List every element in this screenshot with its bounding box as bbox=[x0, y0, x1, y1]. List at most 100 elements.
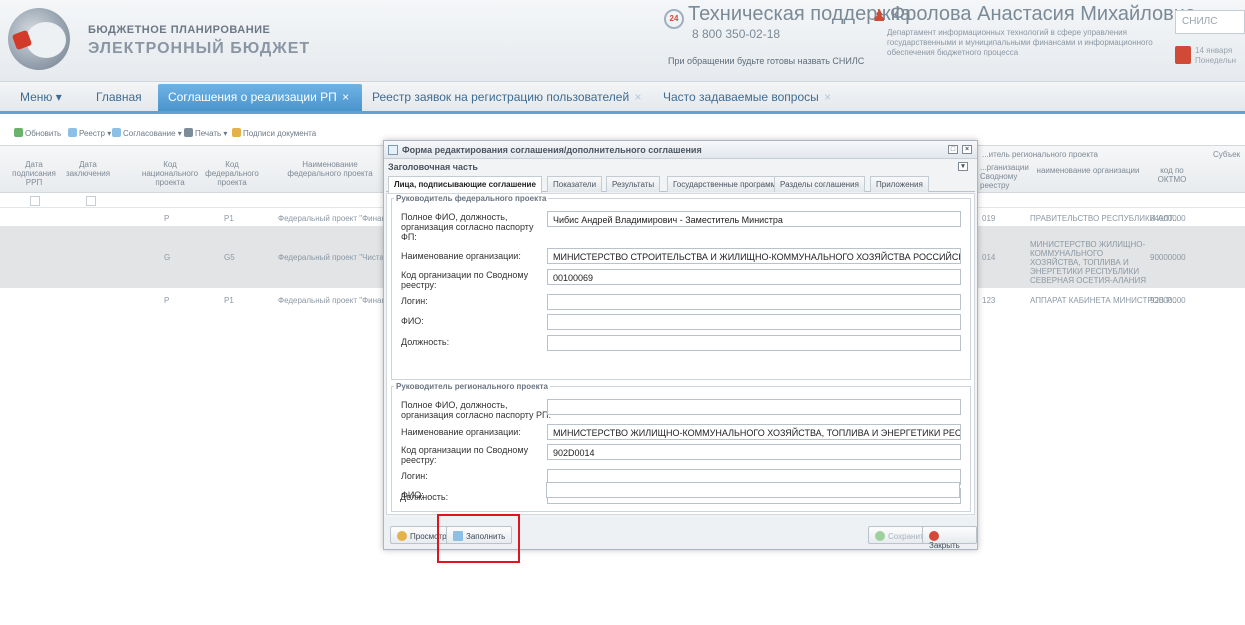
registry-icon bbox=[68, 128, 77, 137]
edit-agreement-dialog: Форма редактирования соглашения/дополнит… bbox=[383, 140, 978, 550]
registry-menu[interactable]: Реестр ▾ bbox=[68, 128, 111, 138]
tab-indicators[interactable]: Показатели bbox=[547, 176, 603, 192]
tab-user-requests-label: Реестр заявок на регистрацию пользовател… bbox=[372, 90, 630, 104]
tab-agreement-sections[interactable]: Разделы соглашения bbox=[774, 176, 865, 192]
refresh-label: Обновить bbox=[25, 129, 62, 138]
tab-attachments[interactable]: Приложения bbox=[870, 176, 929, 192]
cell-oktmo: 92000000 bbox=[1150, 296, 1186, 305]
tab-state-programs[interactable]: Государственные программы bbox=[667, 176, 788, 192]
dialog-body: Руководитель федерального проекта Полное… bbox=[386, 193, 975, 515]
approval-menu[interactable]: Согласование ▾ bbox=[112, 128, 182, 138]
col-registry-code[interactable]: ...рганизации Сводному реестру bbox=[980, 163, 1029, 190]
federal-position-label: Должность: bbox=[401, 337, 450, 347]
print-menu[interactable]: Печать ▾ bbox=[184, 128, 227, 138]
regional-fio-field[interactable] bbox=[547, 399, 961, 415]
federal-position-field[interactable] bbox=[547, 335, 961, 351]
current-date: 14 января Понедельн bbox=[1195, 46, 1236, 66]
tab-signatories[interactable]: Лица, подписывающие соглашение bbox=[388, 176, 542, 193]
cell-federal-name: Федеральный проект "Финанс bbox=[278, 214, 390, 223]
highlight-frame bbox=[437, 514, 520, 563]
tab-agreements[interactable]: Соглашения о реализации РП × bbox=[158, 84, 362, 111]
col-federal-code[interactable]: Код федерального проекта bbox=[204, 160, 260, 187]
user-department: Департамент информационных технологий в … bbox=[887, 28, 1153, 57]
sign-label: Подписи документа bbox=[243, 129, 317, 138]
registry-label: Реестр ▾ bbox=[79, 129, 112, 138]
user-name[interactable]: Фролова Анастасия Михайловна bbox=[890, 3, 1196, 26]
federal-login-field[interactable] bbox=[547, 294, 961, 310]
regional-head-legend: Руководитель регионального проекта bbox=[396, 382, 548, 391]
federal-login-label: Логин: bbox=[401, 296, 428, 306]
date-filter-icon[interactable] bbox=[86, 196, 96, 206]
form-icon bbox=[388, 145, 398, 155]
close-icon[interactable]: × bbox=[635, 90, 642, 104]
section-header[interactable]: Заголовочная часть ▾ bbox=[384, 159, 977, 174]
support-phone-icon: 24 bbox=[664, 9, 684, 29]
federal-org-label: Наименование организации: bbox=[401, 251, 521, 261]
tab-user-requests[interactable]: Реестр заявок на регистрацию пользовател… bbox=[372, 90, 642, 104]
menu-button[interactable]: Меню ▾ bbox=[20, 90, 62, 104]
federal-fio-label: Полное ФИО, должность, организация согла… bbox=[401, 212, 534, 242]
col-conclusion-date[interactable]: Дата заключения bbox=[66, 160, 110, 178]
close-button-label: Закрыть bbox=[929, 541, 960, 550]
col-oktmo[interactable]: код по ОКТМО bbox=[1150, 166, 1194, 184]
sign-button[interactable]: Подписи документа bbox=[232, 128, 316, 138]
dialog-title-bar[interactable]: Форма редактирования соглашения/дополнит… bbox=[384, 141, 977, 159]
close-button[interactable]: Закрыть bbox=[922, 526, 977, 550]
date-filter-icon[interactable] bbox=[30, 196, 40, 206]
federal-name-field[interactable] bbox=[547, 314, 961, 330]
federal-fio-field[interactable]: Чибис Андрей Владимирович - Заместитель … bbox=[547, 211, 961, 227]
col-federal-name[interactable]: Наименование федерального проекта bbox=[280, 160, 380, 178]
dialog-title: Форма редактирования соглашения/дополнит… bbox=[402, 145, 702, 155]
federal-name-label: ФИО: bbox=[401, 316, 424, 326]
current-date-weekday: Понедельн bbox=[1195, 56, 1236, 65]
cell-national-code: G bbox=[164, 253, 171, 262]
cell-org-name: МИНИСТЕРСТВО ЖИЛИЩНО-КОММУНАЛЬНОГО ХОЗЯЙ… bbox=[1030, 240, 1147, 285]
logo-icon bbox=[8, 8, 70, 70]
section-title: Заголовочная часть bbox=[388, 162, 478, 172]
col-subject[interactable]: Субъек bbox=[1213, 150, 1245, 159]
approval-label: Согласование ▾ bbox=[123, 129, 182, 138]
refresh-button[interactable]: Обновить bbox=[14, 128, 61, 138]
col-org-name[interactable]: наименование организации bbox=[1028, 166, 1148, 175]
regional-org-field[interactable]: МИНИСТЕРСТВО ЖИЛИЩНО-КОММУНАЛЬНОГО ХОЗЯЙ… bbox=[547, 424, 961, 440]
col-sign-date[interactable]: Дата подписания РРП bbox=[12, 160, 56, 187]
save-icon bbox=[875, 531, 885, 541]
regional-code-field[interactable]: 902D0014 bbox=[547, 444, 961, 460]
tab-faq-label: Часто задаваемые вопросы bbox=[663, 90, 819, 104]
refresh-icon bbox=[14, 128, 23, 137]
tab-home[interactable]: Главная bbox=[96, 90, 142, 104]
close-icon[interactable]: × bbox=[342, 90, 349, 104]
print-label: Печать ▾ bbox=[195, 129, 228, 138]
magnifier-icon bbox=[397, 531, 407, 541]
cell-oktmo: 90000000 bbox=[1150, 253, 1186, 262]
close-icon[interactable]: × bbox=[824, 90, 831, 104]
tab-results[interactable]: Результаты bbox=[606, 176, 661, 192]
calendar-icon bbox=[1175, 46, 1191, 64]
support-note: При обращении будьте готовы назвать СНИЛ… bbox=[668, 56, 865, 66]
cell-national-code: P bbox=[164, 296, 170, 305]
snils-input[interactable]: СНИЛС bbox=[1175, 10, 1245, 34]
tab-faq[interactable]: Часто задаваемые вопросы × bbox=[663, 90, 831, 104]
col-group-regional: ...итель регионального проекта bbox=[982, 150, 1098, 159]
regional-position-field[interactable] bbox=[546, 482, 960, 498]
user-icon: ♟ bbox=[872, 8, 887, 25]
close-icon[interactable]: × bbox=[962, 145, 972, 154]
regional-org-label: Наименование организации: bbox=[401, 427, 521, 437]
cell-registry-code: 019 bbox=[982, 214, 996, 223]
maximize-icon[interactable]: □ bbox=[948, 145, 958, 154]
col-national-code[interactable]: Код национального проекта bbox=[140, 160, 200, 187]
federal-code-field[interactable]: 00100069 bbox=[547, 269, 961, 285]
federal-head-legend: Руководитель федерального проекта bbox=[396, 194, 547, 203]
regional-fio-label: Полное ФИО, должность, организация согла… bbox=[401, 400, 551, 420]
cell-federal-name: Федеральный проект "Финанс bbox=[278, 296, 390, 305]
federal-code-label: Код организации по Сводному реестру: bbox=[401, 270, 529, 290]
cell-federal-code: G5 bbox=[224, 253, 235, 262]
close-circle-icon bbox=[929, 531, 939, 541]
cell-registry-code: 123 bbox=[982, 296, 996, 305]
approval-icon bbox=[112, 128, 121, 137]
cell-federal-code: P1 bbox=[224, 296, 234, 305]
collapse-icon[interactable]: ▾ bbox=[958, 162, 968, 171]
cell-registry-code: 014 bbox=[982, 253, 996, 262]
cell-national-code: P bbox=[164, 214, 170, 223]
federal-org-field[interactable]: МИНИСТЕРСТВО СТРОИТЕЛЬСТВА И ЖИЛИЩНО-КОМ… bbox=[547, 248, 961, 264]
